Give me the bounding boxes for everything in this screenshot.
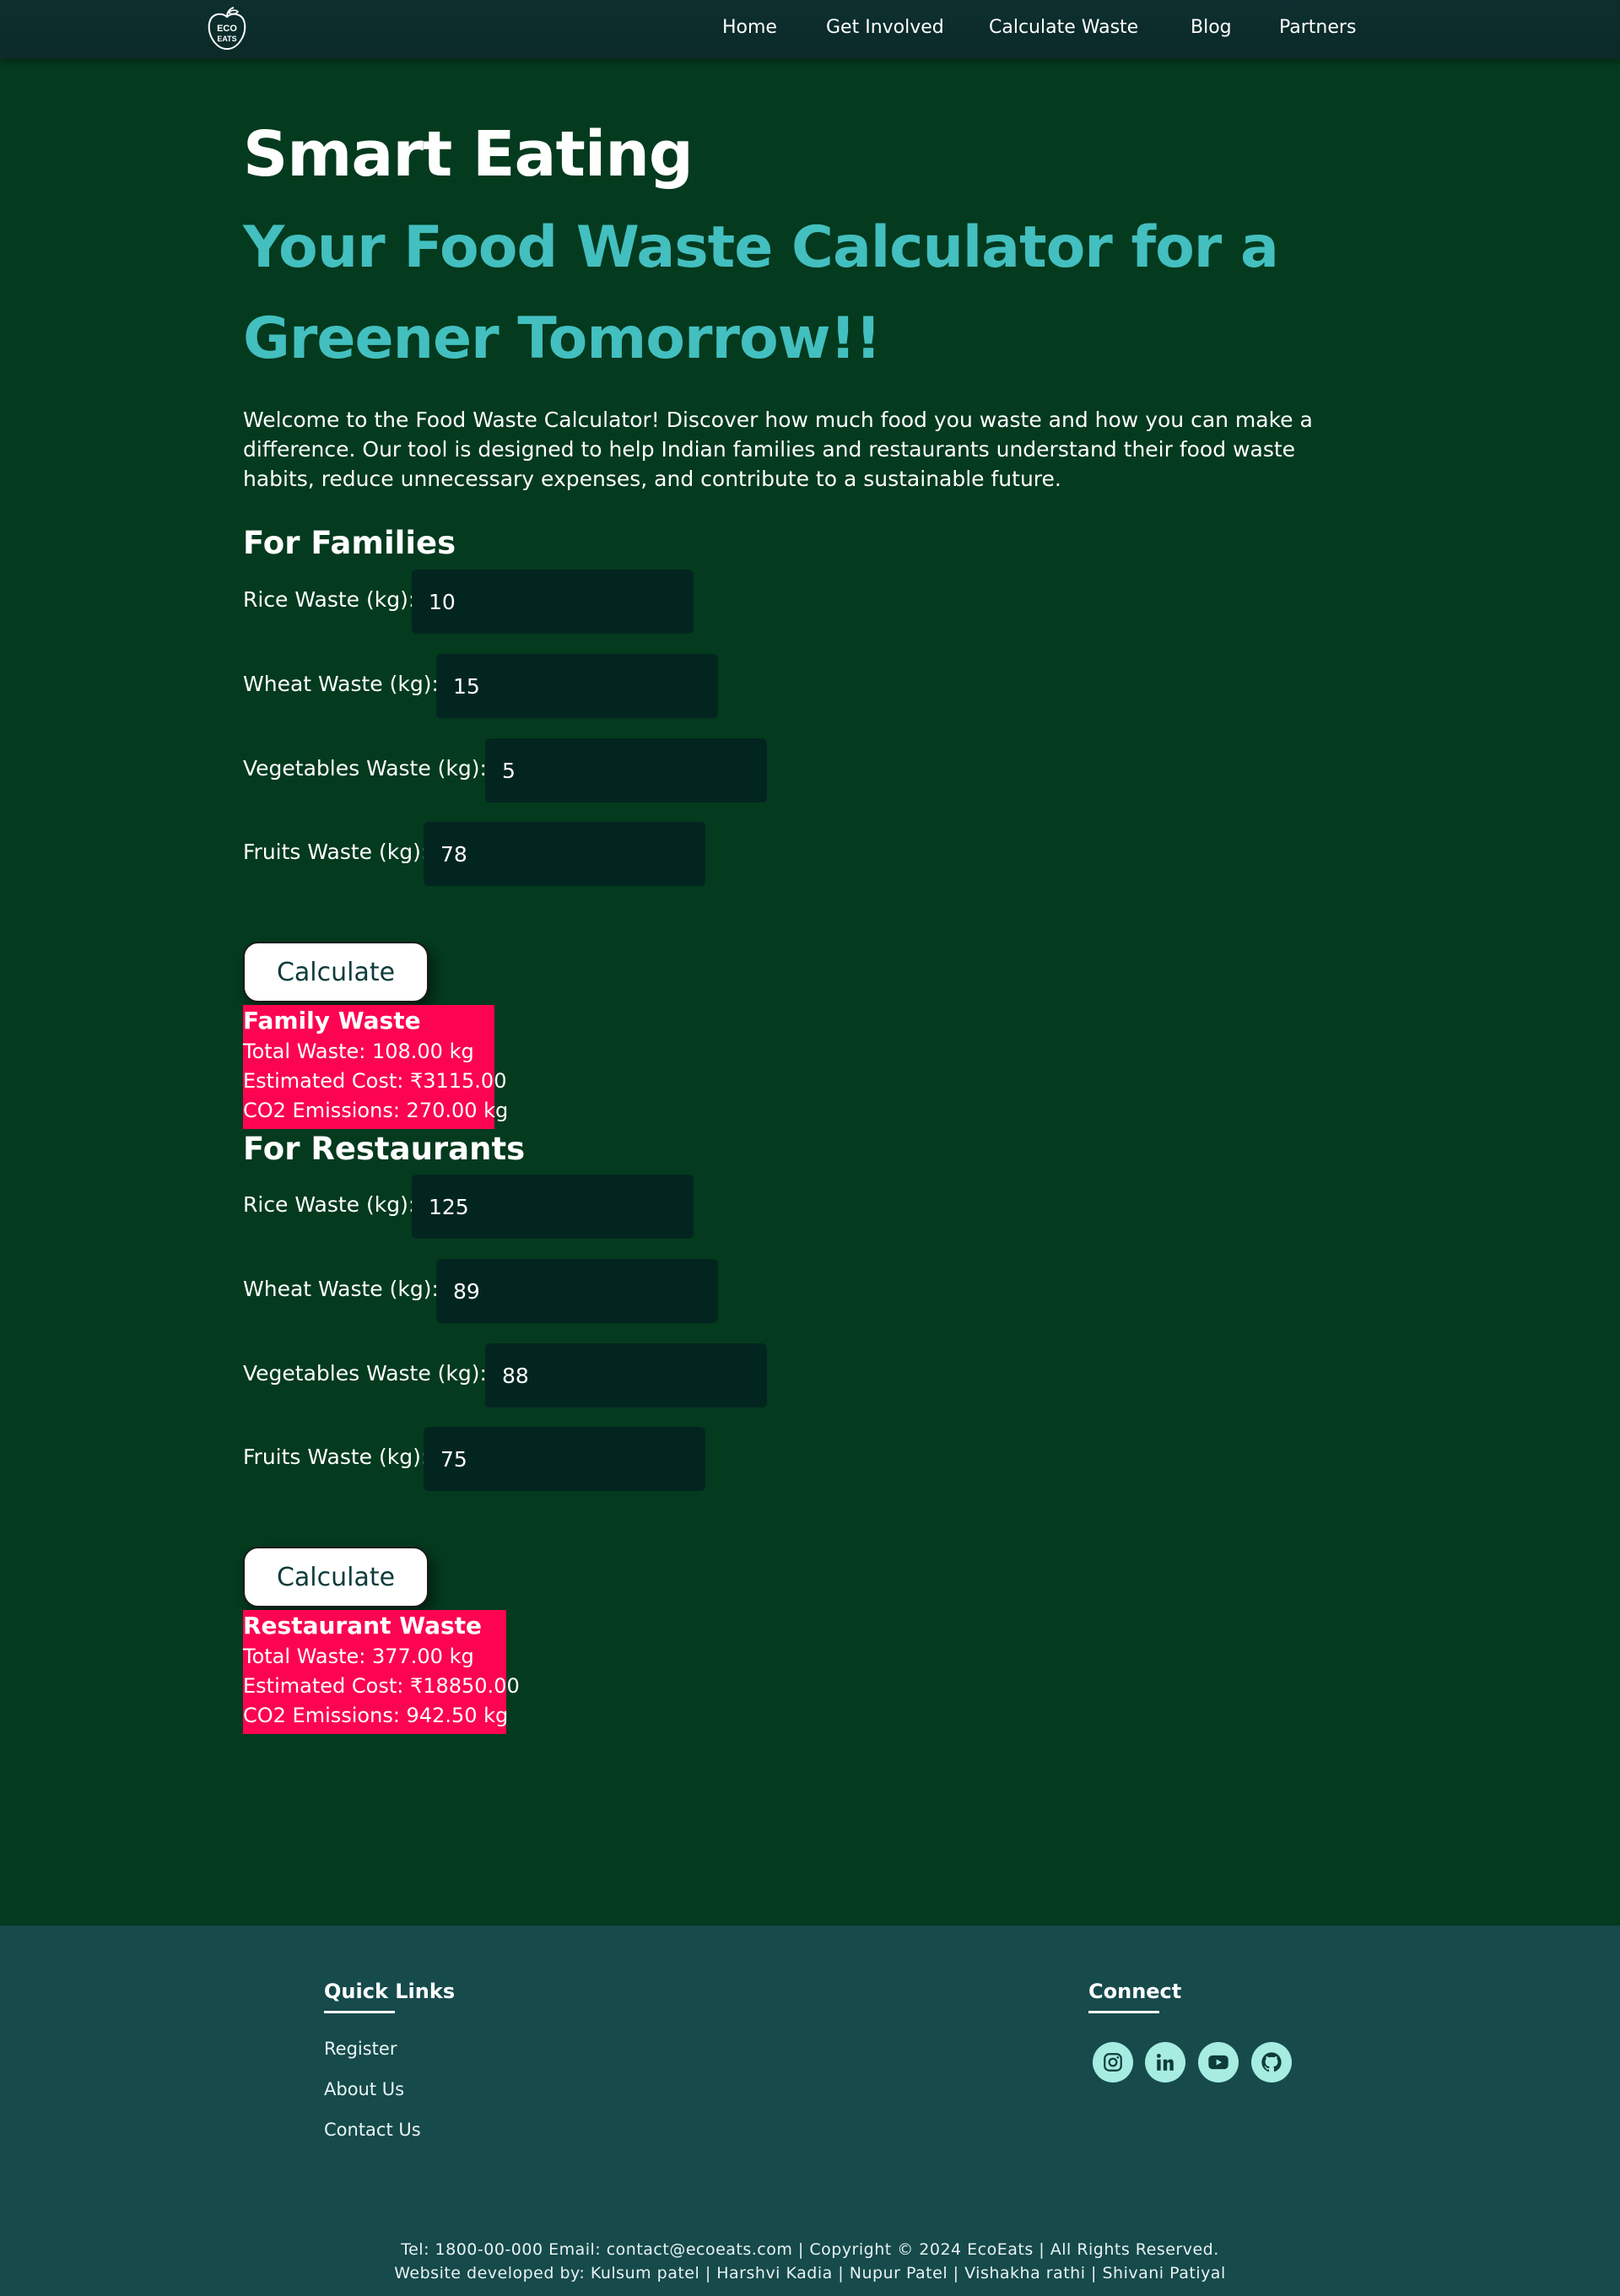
families-heading: For Families <box>243 525 456 561</box>
family-result-title: Family Waste <box>243 1007 421 1035</box>
footer-link-contact-us[interactable]: Contact Us <box>324 2120 421 2140</box>
footer-contact-line: Tel: 1800-00-000 Email: contact@ecoeats.… <box>401 2240 1219 2259</box>
connect-underline <box>1088 2011 1159 2013</box>
family-rice-label: Rice Waste (kg): <box>243 587 416 612</box>
family-calculate-button[interactable]: Calculate <box>243 942 429 1002</box>
restaurant-estimated-cost: Estimated Cost: ₹18850.00 <box>243 1674 520 1698</box>
footer-credits-line: Website developed by: Kulsum patel | Har… <box>394 2264 1226 2282</box>
instagram-icon <box>1104 2053 1122 2072</box>
family-wheat-label: Wheat Waste (kg): <box>243 672 439 696</box>
youtube-button[interactable] <box>1198 2042 1239 2083</box>
family-co2-emissions: CO2 Emissions: 270.00 kg <box>243 1099 509 1122</box>
github-icon <box>1261 2052 1282 2072</box>
instagram-button[interactable] <box>1093 2042 1133 2083</box>
restaurant-rice-label: Rice Waste (kg): <box>243 1192 416 1217</box>
family-result-box: Family Waste Total Waste: 108.00 kg Esti… <box>243 1005 509 1129</box>
page-subtitle: Your Food Waste Calculator for a Greener… <box>243 214 1279 372</box>
logo-text-eats: EATS <box>217 35 236 43</box>
family-fruits-input[interactable] <box>424 822 705 886</box>
quick-links-heading: Quick Links <box>324 1980 456 2003</box>
page-title: Smart Eating <box>243 118 694 191</box>
family-total-waste: Total Waste: 108.00 kg <box>243 1040 474 1063</box>
linkedin-button[interactable] <box>1145 2042 1185 2083</box>
nav-link-partners[interactable]: Partners <box>1279 17 1356 38</box>
restaurant-fruits-input[interactable] <box>424 1427 705 1491</box>
logo-text-eco: ECO <box>217 24 237 34</box>
restaurant-total-waste: Total Waste: 377.00 kg <box>243 1645 474 1668</box>
restaurant-result-title: Restaurant Waste <box>243 1612 483 1640</box>
ecoeats-logo[interactable]: ECO EATS <box>202 5 251 54</box>
restaurant-vegetables-label: Vegetables Waste (kg): <box>243 1361 487 1386</box>
restaurants-heading: For Restaurants <box>243 1131 526 1167</box>
linkedin-icon <box>1157 2054 1174 2071</box>
family-fruits-label: Fruits Waste (kg): <box>243 840 429 864</box>
restaurant-vegetables-input[interactable] <box>485 1343 767 1407</box>
footer-link-register[interactable]: Register <box>324 2039 397 2059</box>
nav-link-blog[interactable]: Blog <box>1191 17 1232 38</box>
quick-links-underline <box>324 2011 395 2013</box>
intro-paragraph: Welcome to the Food Waste Calculator! Di… <box>243 408 1313 491</box>
navbar: ECO EATS Home Get Involved Calculate Was… <box>0 0 1620 59</box>
restaurant-fruits-label: Fruits Waste (kg): <box>243 1445 429 1469</box>
apple-logo-icon: ECO EATS <box>208 7 246 51</box>
restaurant-rice-input[interactable] <box>412 1175 694 1239</box>
restaurant-wheat-label: Wheat Waste (kg): <box>243 1277 439 1301</box>
family-vegetables-input[interactable] <box>485 738 767 802</box>
restaurant-calculate-button[interactable]: Calculate <box>243 1547 429 1607</box>
github-button[interactable] <box>1251 2042 1292 2083</box>
footer-link-about-us[interactable]: About Us <box>324 2079 404 2099</box>
nav-link-calculate-waste[interactable]: Calculate Waste <box>989 17 1138 38</box>
restaurant-co2-emissions: CO2 Emissions: 942.50 kg <box>243 1704 509 1727</box>
family-estimated-cost: Estimated Cost: ₹3115.00 <box>243 1069 507 1093</box>
connect-heading: Connect <box>1088 1980 1182 2003</box>
youtube-icon <box>1208 2055 1228 2070</box>
nav-link-home[interactable]: Home <box>722 17 777 38</box>
family-vegetables-label: Vegetables Waste (kg): <box>243 756 487 781</box>
family-rice-input[interactable] <box>412 570 694 634</box>
restaurant-result-box: Restaurant Waste Total Waste: 377.00 kg … <box>243 1610 520 1734</box>
restaurant-wheat-input[interactable] <box>436 1259 718 1323</box>
family-wheat-input[interactable] <box>436 654 718 718</box>
nav-link-get-involved[interactable]: Get Involved <box>826 17 944 38</box>
